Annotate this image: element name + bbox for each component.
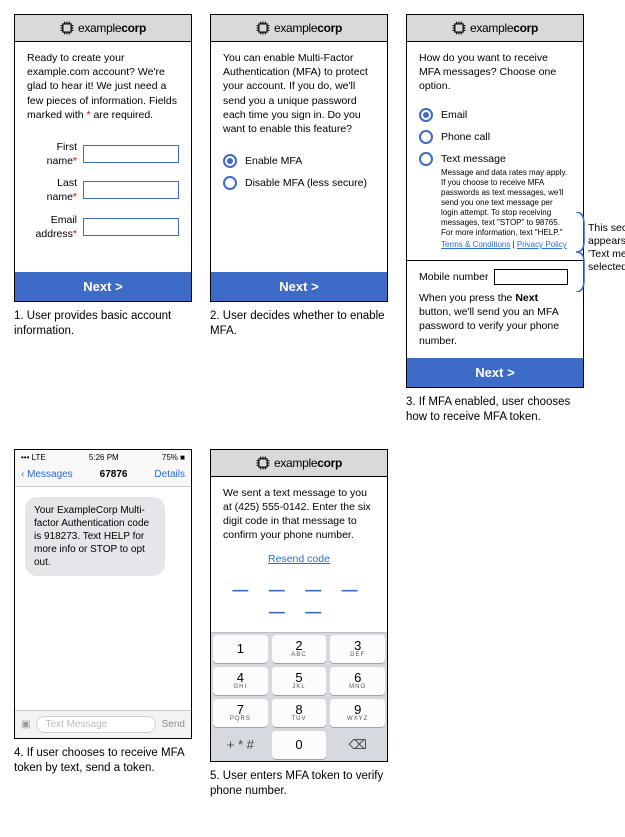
radio-icon: [419, 108, 433, 122]
keypad-key-⌫[interactable]: ⌫: [330, 731, 385, 759]
keypad-key-8[interactable]: 8TUV: [272, 699, 327, 727]
first-name-label: First name*: [27, 140, 77, 168]
caption-2: 2. User decides whether to enable MFA.: [210, 309, 388, 339]
mobile-label: Mobile number: [419, 270, 488, 284]
brand-logo: examplecorp: [60, 21, 146, 35]
brand-logo: examplecorp: [256, 21, 342, 35]
chip-icon: [256, 456, 270, 470]
chip-icon: [452, 21, 466, 35]
intro-text: We sent a text message to you at (425) 5…: [223, 486, 375, 543]
back-button[interactable]: ‹ Messages: [21, 469, 73, 480]
keypad-key-3[interactable]: 3DEF: [330, 635, 385, 663]
caption-4: 4. If user chooses to receive MFA token …: [14, 746, 192, 776]
terms-link[interactable]: Terms & Conditions: [441, 240, 510, 249]
radio-icon: [223, 176, 237, 190]
intro-text: You can enable Multi-Factor Authenticati…: [223, 51, 375, 136]
email-label: Email address*: [27, 213, 77, 241]
keypad-key-+ * #[interactable]: + * #: [213, 731, 268, 759]
keypad-key-2[interactable]: 2ABC: [272, 635, 327, 663]
card-header: examplecorp: [211, 15, 387, 42]
status-bar: ••• LTE 5:26 PM 75% ■: [15, 450, 191, 465]
radio-email[interactable]: Email: [419, 108, 571, 122]
next-button[interactable]: Next >: [211, 272, 387, 301]
next-button[interactable]: Next >: [407, 358, 583, 387]
intro-text: How do you want to receive MFA messages?…: [419, 51, 571, 94]
thread-title: 67876: [100, 469, 128, 480]
keypad-key-7[interactable]: 7PQRS: [213, 699, 268, 727]
radio-icon: [419, 130, 433, 144]
intro-text: Ready to create your example.com account…: [27, 51, 179, 122]
brand-logo: examplecorp: [256, 456, 342, 470]
keypad-key-5[interactable]: 5JKL: [272, 667, 327, 695]
keypad: 12ABC3DEF 4GHI5JKL6MNO 7PQRS8TUV9WXYZ + * #…: [211, 632, 387, 761]
card-header: examplecorp: [211, 450, 387, 477]
send-button[interactable]: Send: [162, 719, 185, 730]
radio-phone[interactable]: Phone call: [419, 130, 571, 144]
mobile-input[interactable]: [494, 269, 568, 285]
sms-bubble: Your ExampleCorp Multi-factor Authentica…: [25, 497, 165, 576]
mfa-channel-card: examplecorp How do you want to receive M…: [406, 14, 584, 388]
email-input[interactable]: [83, 218, 179, 236]
card-header: examplecorp: [15, 15, 191, 42]
last-name-label: Last name*: [27, 176, 77, 204]
keypad-key-9[interactable]: 9WXYZ: [330, 699, 385, 727]
details-link[interactable]: Details: [154, 469, 185, 480]
keypad-key-0[interactable]: 0: [272, 731, 327, 759]
radio-icon: [419, 152, 433, 166]
enable-mfa-card: examplecorp You can enable Multi-Factor …: [210, 14, 388, 302]
privacy-link[interactable]: Privacy Policy: [517, 240, 567, 249]
radio-disable-mfa[interactable]: Disable MFA (less secure): [223, 176, 375, 190]
keypad-key-6[interactable]: 6MNO: [330, 667, 385, 695]
sms-preview: ••• LTE 5:26 PM 75% ■ ‹ Messages 67876 D…: [14, 449, 192, 739]
mobile-note: When you press the Next button, we'll se…: [419, 291, 571, 348]
radio-icon: [223, 154, 237, 168]
signup-basic-card: examplecorp Ready to create your example…: [14, 14, 192, 302]
next-button[interactable]: Next >: [15, 272, 191, 301]
radio-text[interactable]: Text message: [419, 152, 571, 166]
caption-5: 5. User enters MFA token to verify phone…: [210, 769, 388, 799]
resend-link[interactable]: Resend code: [268, 553, 330, 565]
chip-icon: [60, 21, 74, 35]
enter-code-card: examplecorp We sent a text message to yo…: [210, 449, 388, 762]
radio-enable-mfa[interactable]: Enable MFA: [223, 154, 375, 168]
compose-input[interactable]: Text Message: [36, 716, 155, 733]
first-name-input[interactable]: [83, 145, 179, 163]
card-header: examplecorp: [407, 15, 583, 42]
annotation-brace: This section only appears when 'Text mes…: [588, 222, 625, 275]
last-name-input[interactable]: [83, 181, 179, 199]
fine-print: Message and data rates may apply. If you…: [419, 168, 571, 238]
caption-1: 1. User provides basic account informati…: [14, 309, 192, 339]
chip-icon: [256, 21, 270, 35]
keypad-key-1[interactable]: 1: [213, 635, 268, 663]
code-entry[interactable]: — — — — — —: [232, 582, 365, 621]
caption-3: 3. If MFA enabled, user chooses how to r…: [406, 395, 584, 425]
brand-logo: examplecorp: [452, 21, 538, 35]
keypad-key-4[interactable]: 4GHI: [213, 667, 268, 695]
camera-icon[interactable]: ▣: [21, 719, 30, 730]
